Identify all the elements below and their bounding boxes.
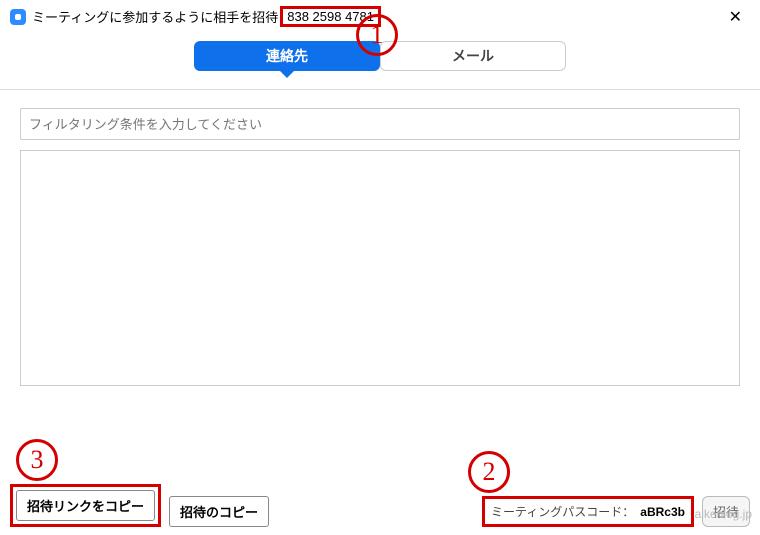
passcode-value: aBRc3b: [640, 505, 685, 519]
annotation-2: 2: [468, 451, 510, 493]
copy-invite-button[interactable]: 招待のコピー: [169, 496, 269, 527]
invite-button[interactable]: 招待: [702, 496, 750, 527]
annotation-1: 1: [356, 14, 398, 56]
filter-input[interactable]: [20, 108, 740, 140]
filter-area: [0, 90, 760, 140]
contacts-list[interactable]: [20, 150, 740, 386]
tab-mail[interactable]: メール: [380, 41, 566, 71]
tab-contacts[interactable]: 連絡先: [194, 41, 380, 71]
copy-link-highlight: 招待リンクをコピー: [10, 484, 161, 527]
footer: 招待リンクをコピー 招待のコピー ミーティングパスコード： aBRc3b 招待: [0, 476, 760, 535]
copy-link-button[interactable]: 招待リンクをコピー: [16, 490, 155, 521]
passcode-highlight: ミーティングパスコード： aBRc3b: [482, 496, 694, 527]
close-button[interactable]: ✕: [721, 7, 750, 27]
passcode-label: ミーティングパスコード：: [491, 503, 634, 520]
app-icon: [10, 9, 26, 25]
annotation-3: 3: [16, 439, 58, 481]
title-text: ミーティングに参加するように相手を招待: [32, 7, 278, 26]
